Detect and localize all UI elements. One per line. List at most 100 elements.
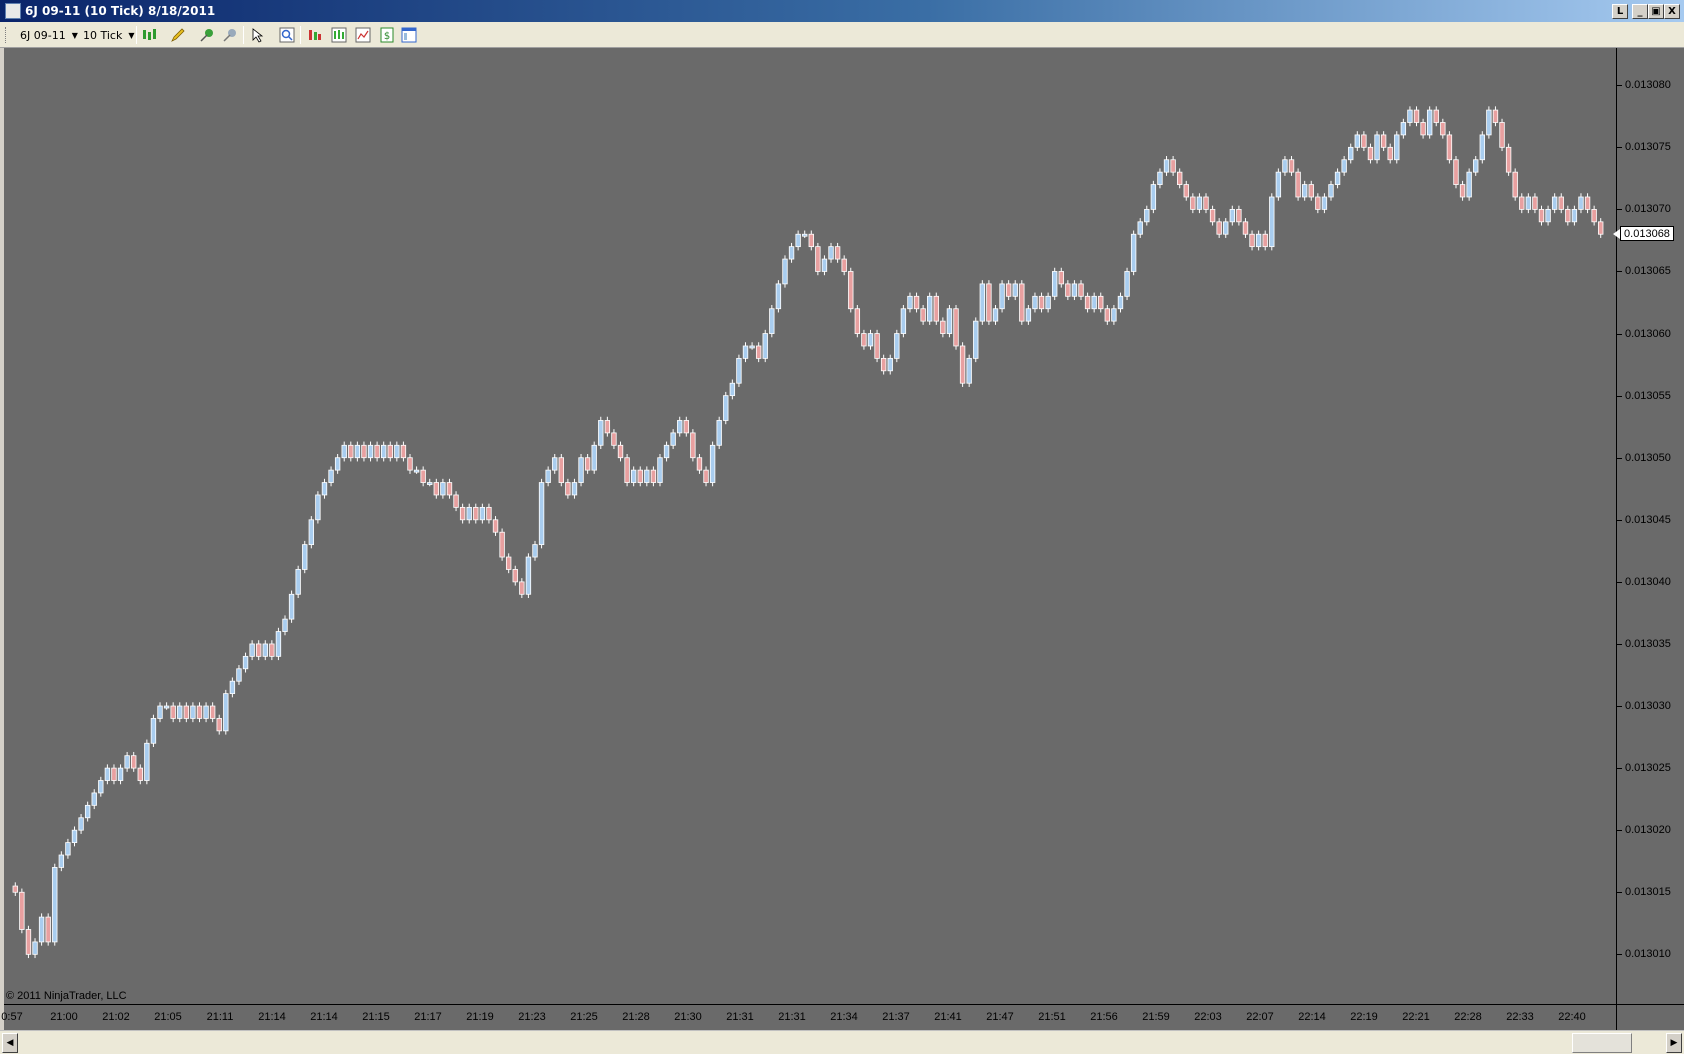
bar-body	[1098, 295, 1104, 310]
time-axis[interactable]: 0:57 21:00 21:02 21:05 21:11 21:14 21:14 21:15 2…	[1, 1004, 1616, 1030]
last-price-marker: 0.013068	[1613, 226, 1674, 242]
bar-body	[1262, 233, 1268, 248]
bar-body	[1091, 295, 1097, 310]
time-tick-label: 21:56	[1090, 1011, 1118, 1023]
maximize-button[interactable]: ▣	[1648, 4, 1664, 19]
bar-body	[1486, 109, 1492, 136]
indicators-icon[interactable]	[331, 27, 347, 43]
bar-body	[1255, 233, 1262, 248]
magnifier-icon[interactable]	[279, 27, 295, 43]
bar-body	[532, 544, 538, 558]
bar-body	[144, 742, 150, 781]
bar-body	[611, 432, 617, 446]
close-button[interactable]: X	[1664, 4, 1680, 19]
bar-body	[861, 333, 867, 347]
horizontal-scrollbar[interactable]: ◀ ▶	[0, 1030, 1684, 1054]
scroll-right-button[interactable]: ▶	[1666, 1033, 1682, 1053]
bar-body	[1578, 196, 1584, 210]
bar-body	[1117, 295, 1124, 310]
bar-body	[1229, 209, 1236, 223]
bar-body	[236, 668, 242, 682]
price-tick-label: 0.013070	[1625, 203, 1671, 216]
bar-body	[1420, 122, 1426, 136]
scroll-thumb[interactable]	[1572, 1033, 1633, 1053]
bar-body	[874, 333, 880, 359]
bar-body	[328, 469, 334, 483]
bar-body	[177, 705, 183, 719]
chart-style-icon[interactable]	[141, 27, 157, 43]
bar-body	[256, 643, 262, 657]
bar-body	[387, 444, 393, 459]
bar-body	[19, 891, 25, 930]
time-tick-label: 21:28	[622, 1011, 650, 1023]
bar-body	[1348, 146, 1354, 161]
bar-body	[1551, 196, 1558, 210]
time-tick-label: 21:59	[1142, 1011, 1170, 1023]
bar-body	[308, 519, 315, 546]
bar-body	[1196, 196, 1203, 210]
price-axis[interactable]: 0.013080 0.013075 0.013070 0.013065 0.013060…	[1616, 48, 1684, 1004]
bar-spacing-icon[interactable]	[307, 27, 323, 43]
price-tick	[1617, 519, 1622, 521]
price-tick	[1617, 209, 1622, 211]
interval-dropdown[interactable]: 10 Tick ▼	[83, 27, 135, 43]
drawing-pencil-icon[interactable]	[170, 27, 186, 43]
bar-body	[262, 643, 268, 657]
bar-body	[446, 482, 453, 496]
bar-body	[209, 705, 216, 719]
bar-body	[1459, 184, 1466, 198]
bar-body	[683, 420, 689, 434]
bar-body	[663, 444, 670, 459]
bar-body	[821, 258, 828, 272]
bar-body	[1124, 271, 1130, 297]
toolbar-grip[interactable]	[5, 27, 8, 43]
pointer-icon[interactable]	[250, 27, 266, 43]
bar-body	[578, 457, 584, 483]
bar-body	[1426, 109, 1433, 136]
bar-body	[1025, 308, 1032, 322]
time-tick-label: 21:14	[258, 1011, 286, 1023]
zoom-pin-icon[interactable]	[222, 27, 238, 43]
dollar-icon[interactable]: $	[379, 27, 395, 43]
scroll-left-button[interactable]: ◀	[2, 1033, 18, 1053]
svg-text:$: $	[384, 31, 390, 42]
bar-body	[1512, 171, 1518, 198]
bar-body	[1137, 221, 1143, 235]
bar-body	[795, 233, 801, 248]
chart-panel[interactable]	[4, 48, 1616, 1004]
strategy-icon[interactable]	[355, 27, 371, 43]
bar-body	[1038, 295, 1045, 310]
bar-body	[1104, 308, 1111, 322]
time-tick-label: 21:51	[1038, 1011, 1066, 1023]
bar-body	[367, 444, 374, 459]
bar-body	[473, 506, 479, 521]
price-tick-label: 0.013025	[1625, 762, 1671, 775]
bar-body	[157, 705, 163, 719]
bar-body	[1111, 308, 1117, 322]
properties-icon[interactable]	[401, 27, 417, 43]
price-tick	[1617, 457, 1622, 459]
bar-body	[1005, 283, 1012, 297]
toolbar-separator	[300, 26, 301, 44]
bar-body	[1492, 109, 1499, 123]
bar-body	[545, 469, 551, 483]
bar-body	[986, 283, 992, 322]
bar-body	[1216, 221, 1222, 235]
bar-body	[117, 767, 124, 781]
bar-body	[788, 246, 795, 260]
minimize-button[interactable]: _	[1632, 4, 1648, 19]
pin-icon[interactable]	[199, 27, 215, 43]
time-tick-label: 21:31	[726, 1011, 754, 1023]
restore-left-button[interactable]: L	[1612, 4, 1628, 19]
bar-body	[1433, 109, 1439, 123]
bar-body	[413, 469, 420, 473]
bar-body	[690, 432, 696, 459]
bar-body	[1242, 221, 1249, 235]
chart-window-icon[interactable]	[5, 3, 21, 19]
instrument-dropdown[interactable]: 6J 09-11 ▼	[20, 27, 78, 43]
bar-body	[163, 705, 170, 709]
bar-body	[1058, 271, 1064, 285]
bar-body	[953, 308, 959, 347]
title-bar: 6J 09-11 (10 Tick) 8/18/2011 L _ ▣ X	[0, 0, 1684, 22]
bar-body	[407, 457, 413, 471]
